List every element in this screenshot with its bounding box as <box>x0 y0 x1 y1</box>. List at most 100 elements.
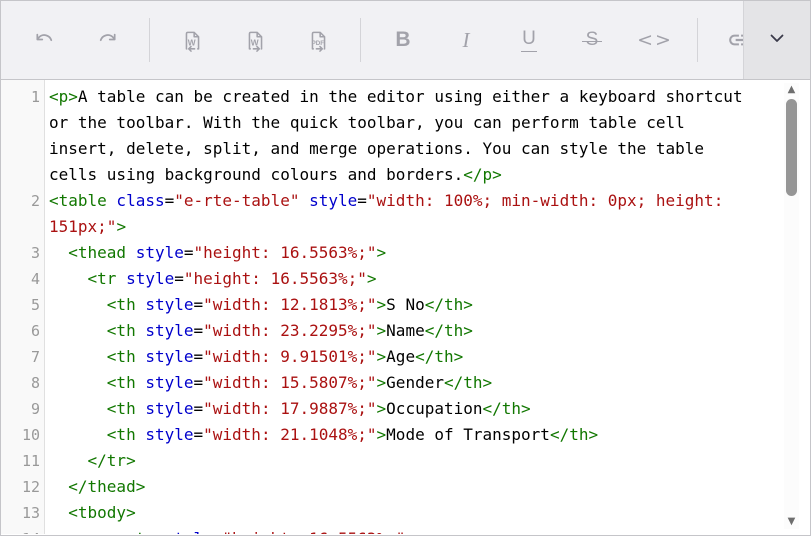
code-token <box>49 529 126 534</box>
code-token <box>49 347 107 366</box>
line-number: 13 <box>1 500 46 526</box>
export-word-icon: W <box>243 28 268 53</box>
code-line: 12 </thead> <box>1 474 810 500</box>
export-to-pdf-button[interactable]: PDF <box>297 18 339 62</box>
code-text[interactable]: <tr style="height: 16.5563%;"> <box>49 526 757 534</box>
word-letter: W <box>187 37 195 47</box>
code-line: 1<p>A table can be created in the editor… <box>1 84 810 188</box>
underline-button[interactable]: U <box>508 18 550 62</box>
scroll-up-button[interactable]: ▲ <box>784 83 799 97</box>
italic-button[interactable]: I <box>445 18 487 62</box>
code-token: </th> <box>425 321 473 340</box>
code-token: Gender <box>386 373 444 392</box>
code-text[interactable]: <table class="e-rte-table" style="width:… <box>49 188 757 240</box>
code-text[interactable]: <th style="width: 9.91501%;">Age</th> <box>49 344 757 370</box>
export-to-word-button[interactable]: W <box>234 18 276 62</box>
code-token: "width: 9.91501%;" <box>203 347 376 366</box>
word-letter: W <box>250 37 258 47</box>
code-token: = <box>194 399 204 418</box>
code-view-editor[interactable]: 1<p>A table can be created in the editor… <box>1 80 810 534</box>
code-token: </p> <box>463 165 502 184</box>
code-token: > <box>377 347 387 366</box>
code-token: "width: 17.9887%;" <box>203 399 376 418</box>
strikethrough-button[interactable]: S <box>571 18 613 62</box>
undo-button[interactable] <box>23 18 65 62</box>
line-number: 6 <box>1 318 46 344</box>
pdf-letters: PDF <box>311 39 324 46</box>
code-text[interactable]: <thead style="height: 16.5563%;"> <box>49 240 757 266</box>
code-token: style <box>155 529 213 534</box>
code-text[interactable]: <p>A table can be created in the editor … <box>49 84 757 188</box>
code-token: "height: 16.5563%;" <box>194 243 377 262</box>
code-text[interactable]: <tr style="height: 16.5563%;"> <box>49 266 757 292</box>
code-token: <th <box>107 373 136 392</box>
code-text[interactable]: </thead> <box>49 474 757 500</box>
vertical-scrollbar[interactable]: ▲ ▼ <box>784 83 799 529</box>
code-token: style <box>136 295 194 314</box>
line-number: 11 <box>1 448 46 474</box>
code-line: 3 <thead style="height: 16.5563%;"> <box>1 240 810 266</box>
code-token: style <box>136 347 194 366</box>
line-number: 5 <box>1 292 46 318</box>
code-token: <tr <box>126 529 155 534</box>
code-token: "e-rte-table" <box>174 191 299 210</box>
expand-toolbar-button[interactable] <box>743 1 810 79</box>
code-token: style <box>136 321 194 340</box>
code-token <box>49 477 68 496</box>
code-token: <th <box>107 321 136 340</box>
code-token: = <box>194 373 204 392</box>
code-token: "height: 16.5563%;" <box>184 269 367 288</box>
bold-icon: B <box>395 28 410 52</box>
code-token: > <box>377 295 387 314</box>
code-token: <tr <box>88 269 117 288</box>
code-text[interactable]: </tr> <box>49 448 757 474</box>
code-token: "height: 16.5563%;" <box>222 529 405 534</box>
rich-text-editor: W W PD <box>0 0 811 536</box>
scrollbar-thumb[interactable] <box>786 99 797 196</box>
bold-button[interactable]: B <box>382 18 424 62</box>
code-token: A table can be created in the editor usi… <box>49 87 752 184</box>
code-token: "width: 23.2295%;" <box>203 321 376 340</box>
code-text[interactable]: <th style="width: 15.5807%;">Gender</th> <box>49 370 757 396</box>
code-lines: 1<p>A table can be created in the editor… <box>1 80 810 534</box>
italic-icon: I <box>463 28 470 53</box>
strikethrough-icon: S <box>584 29 601 51</box>
code-token: </th> <box>444 373 492 392</box>
code-token: <p> <box>49 87 78 106</box>
code-view-button[interactable]: <> <box>634 18 676 62</box>
code-text[interactable]: <th style="width: 23.2295%;">Name</th> <box>49 318 757 344</box>
code-token: style <box>136 425 194 444</box>
code-token <box>49 425 107 444</box>
import-from-word-button[interactable]: W <box>171 18 213 62</box>
code-text[interactable]: <th style="width: 12.1813%;">S No</th> <box>49 292 757 318</box>
scroll-down-button[interactable]: ▼ <box>784 515 799 529</box>
code-token: style <box>136 399 194 418</box>
code-token <box>49 269 88 288</box>
redo-button[interactable] <box>86 18 128 62</box>
code-text[interactable]: <th style="width: 21.1048%;">Mode of Tra… <box>49 422 757 448</box>
code-token: = <box>184 243 194 262</box>
code-token: > <box>367 269 377 288</box>
code-token: <th <box>107 425 136 444</box>
code-token: Occupation <box>386 399 482 418</box>
line-number: 1 <box>1 84 46 110</box>
underline-icon: U <box>521 28 537 52</box>
code-text[interactable]: <tbody> <box>49 500 757 526</box>
code-token <box>49 373 107 392</box>
code-token: <th <box>107 347 136 366</box>
code-line: 11 </tr> <box>1 448 810 474</box>
code-line: 10 <th style="width: 21.1048%;">Mode of … <box>1 422 810 448</box>
code-token: = <box>174 269 184 288</box>
toolbar: W W PD <box>1 1 810 80</box>
code-token <box>49 451 88 470</box>
code-token: "width: 21.1048%;" <box>203 425 376 444</box>
code-token: "width: 12.1813%;" <box>203 295 376 314</box>
code-line: 4 <tr style="height: 16.5563%;"> <box>1 266 810 292</box>
toolbar-separator <box>149 18 150 62</box>
code-token <box>49 243 68 262</box>
code-token: </tr> <box>88 451 136 470</box>
code-token: style <box>126 243 184 262</box>
code-token: </th> <box>550 425 598 444</box>
code-text[interactable]: <th style="width: 17.9887%;">Occupation<… <box>49 396 757 422</box>
code-token: Mode of Transport <box>386 425 550 444</box>
